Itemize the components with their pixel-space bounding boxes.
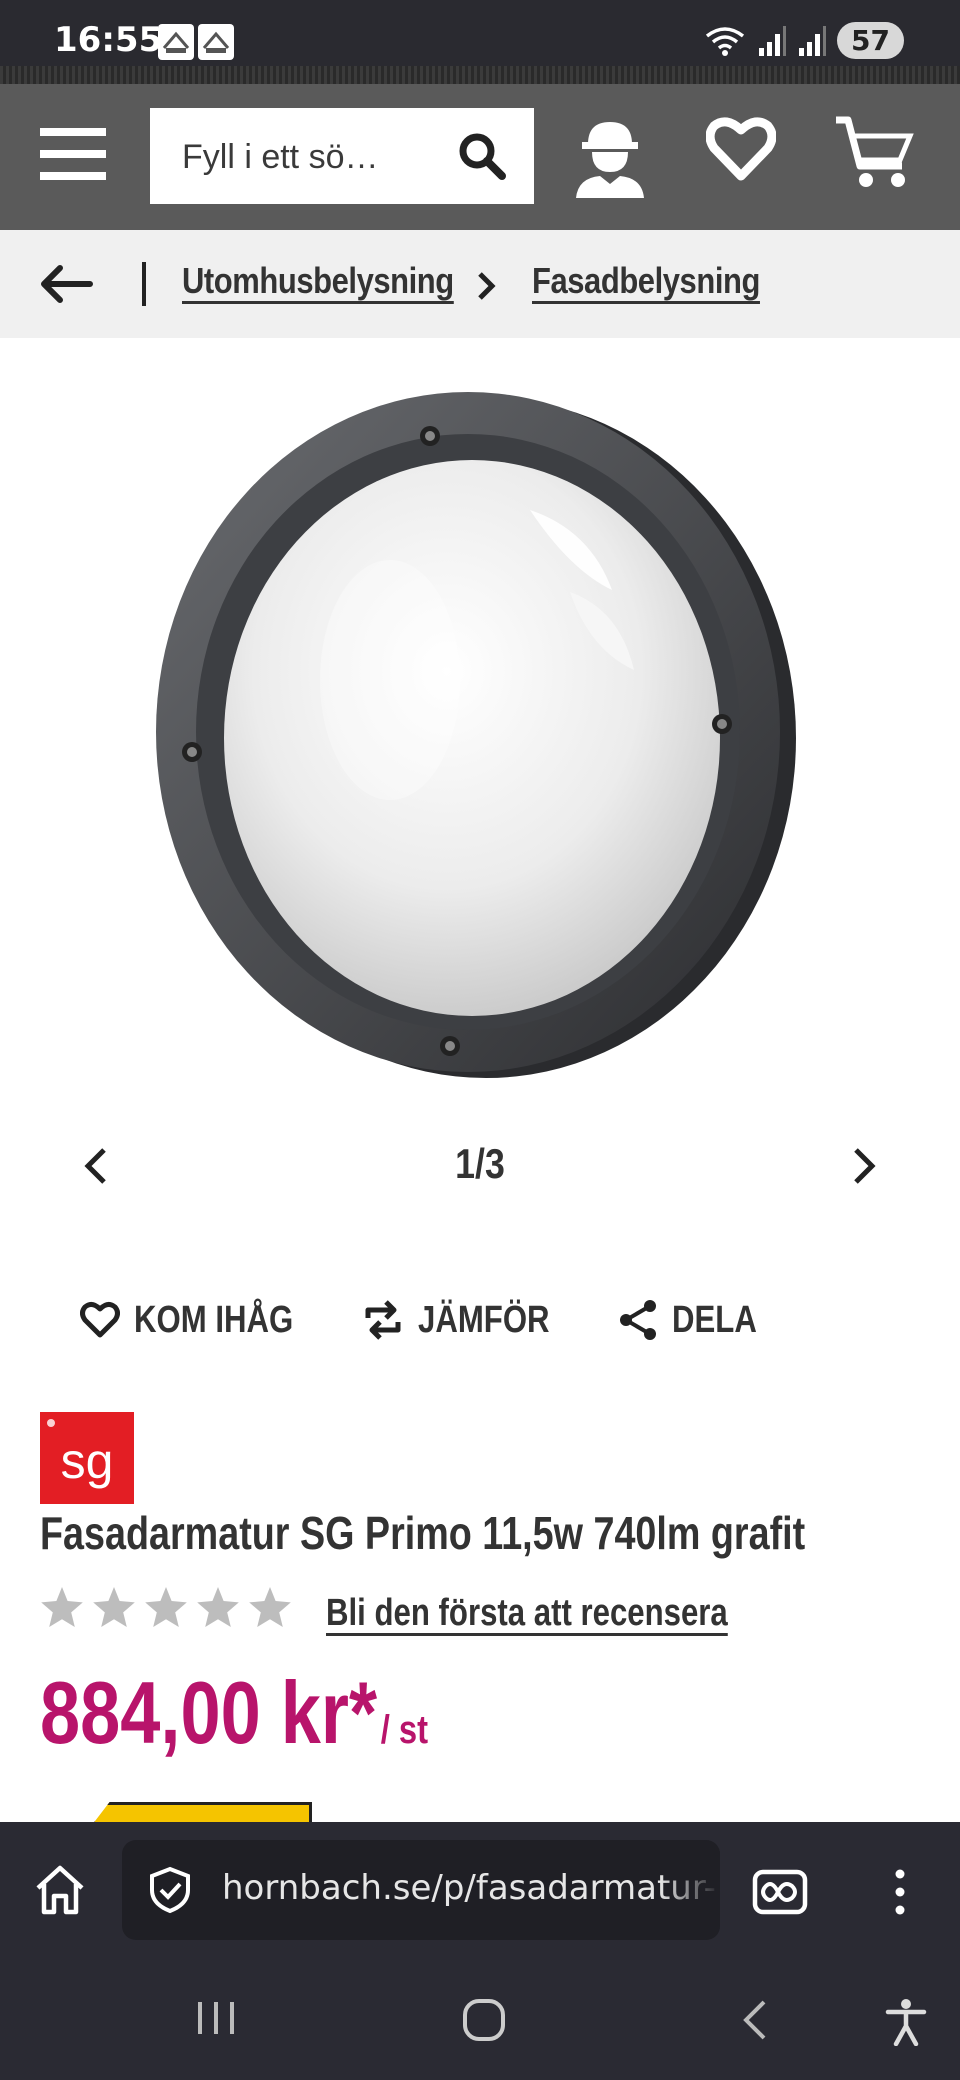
recents-icon[interactable]	[196, 1998, 236, 2038]
account-icon[interactable]	[570, 114, 650, 198]
product-image[interactable]	[150, 380, 810, 1080]
nav-back-icon[interactable]	[740, 1998, 770, 2042]
header-texture	[0, 66, 960, 84]
breadcrumb-link-fasadbelysning[interactable]: Fasadbelysning	[532, 260, 760, 302]
signal-icon	[799, 25, 827, 56]
status-indicators: 57	[703, 22, 904, 59]
breadcrumb-link-utomhusbelysning[interactable]: Utomhusbelysning	[182, 260, 454, 302]
star-icon	[197, 1587, 239, 1627]
heart-icon[interactable]	[706, 114, 776, 184]
status-bar: 16:55 57	[0, 0, 960, 84]
share-label: DELA	[672, 1298, 757, 1341]
star-icon	[41, 1587, 83, 1627]
site-header	[0, 84, 960, 230]
status-time: 16:55	[54, 20, 163, 60]
compare-label: JÄMFÖR	[418, 1298, 550, 1341]
home-circle-icon[interactable]	[462, 1998, 506, 2042]
url-fade	[660, 1840, 720, 1940]
search-icon[interactable]	[456, 130, 508, 182]
chevron-left-icon[interactable]	[80, 1146, 112, 1186]
remember-button[interactable]: KOM IHÅG	[80, 1298, 328, 1341]
star-icon	[93, 1587, 135, 1627]
back-arrow-icon[interactable]	[38, 264, 94, 304]
compare-button[interactable]: JÄMFÖR	[362, 1298, 578, 1341]
shield-icon[interactable]	[146, 1866, 194, 1914]
heart-icon	[80, 1301, 120, 1338]
signal-icon	[759, 25, 787, 56]
brand-logo-text: sg	[61, 1433, 114, 1489]
brand-logo[interactable]: sg	[40, 1412, 134, 1504]
search-input[interactable]	[150, 108, 464, 206]
price-amount: 884,00 kr*	[40, 1663, 378, 1762]
rating-stars[interactable]	[40, 1586, 292, 1628]
breadcrumb-divider	[142, 262, 146, 306]
product-title: Fasadarmatur SG Primo 11,5w 740lm grafit	[40, 1507, 806, 1559]
mydlink-icon	[198, 24, 234, 60]
system-nav-bar	[0, 1962, 960, 2080]
share-button[interactable]: DELA	[618, 1298, 775, 1341]
battery-level: 57	[837, 22, 904, 59]
share-icon	[620, 1300, 656, 1340]
search-box[interactable]	[150, 108, 534, 206]
extension-icon[interactable]	[752, 1866, 808, 1918]
chevron-right-icon[interactable]	[848, 1146, 880, 1186]
more-icon[interactable]	[890, 1866, 910, 1918]
breadcrumb: Utomhusbelysning Fasadbelysning	[0, 230, 960, 338]
chevron-right-icon	[478, 272, 496, 300]
star-icon	[145, 1587, 187, 1627]
compare-icon	[365, 1300, 401, 1340]
address-bar[interactable]: hornbach.se/p/fasadarmatur-	[122, 1840, 720, 1940]
image-counter: 1/3	[455, 1140, 505, 1187]
mydlink-icon	[158, 24, 194, 60]
wifi-icon	[705, 26, 745, 56]
cart-icon[interactable]	[834, 114, 914, 190]
accessibility-icon[interactable]	[884, 1998, 928, 2046]
review-link[interactable]: Bli den första att recensera	[326, 1592, 728, 1635]
url-text[interactable]: hornbach.se/p/fasadarmatur-	[222, 1868, 716, 1908]
browser-toolbar: hornbach.se/p/fasadarmatur-	[0, 1822, 960, 1962]
product-price: 884,00 kr* / st	[40, 1662, 428, 1764]
remember-label: KOM IHÅG	[134, 1298, 294, 1341]
price-unit: / st	[380, 1708, 429, 1752]
home-icon[interactable]	[32, 1862, 88, 1918]
menu-icon[interactable]	[40, 128, 106, 188]
star-icon	[249, 1587, 291, 1627]
